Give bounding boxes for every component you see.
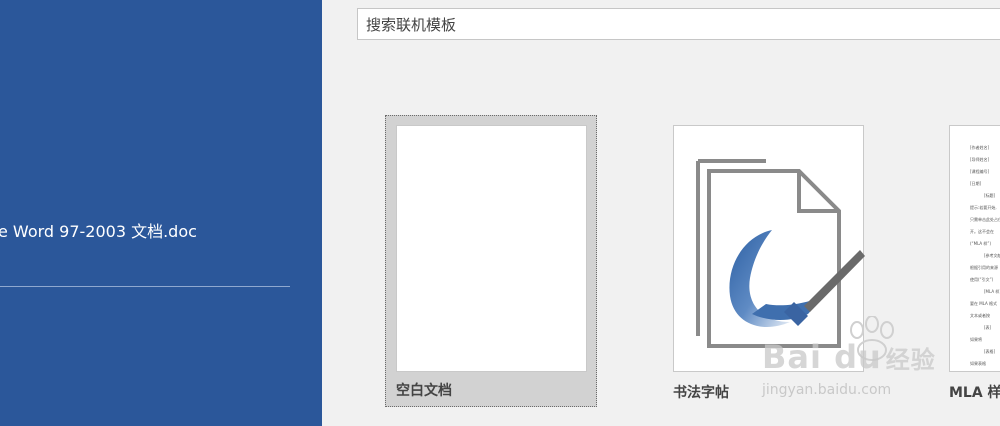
mla-preview-line: [MLA 样]	[984, 289, 1000, 294]
template-calligraphy[interactable]: 书法字帖	[673, 125, 865, 415]
template-label: 书法字帖	[673, 385, 729, 401]
blank-document-thumbnail	[396, 125, 587, 372]
backstage-sidebar: e Word 97-2003 文档.doc	[0, 0, 322, 426]
mla-preview-line: 要在 MLA 格式	[970, 301, 998, 306]
recent-file-name[interactable]: e Word 97-2003 文档.doc	[0, 218, 322, 242]
template-mla[interactable]: [作者姓名] [导师姓名] [课程编号] [日期] [标题] 提示:若要开始, …	[949, 125, 1000, 415]
mla-preview-text: [作者姓名] [导师姓名] [课程编号] [日期] [标题] 提示:若要开始, …	[970, 142, 1000, 370]
search-placeholder: 搜索联机模板	[366, 15, 457, 34]
mla-preview-line: [表格]	[984, 349, 996, 354]
mla-preview-line: 根据引用的来源	[970, 265, 998, 270]
mla-preview-line: [作者姓名]	[970, 145, 990, 150]
calligraphy-thumbnail	[673, 125, 865, 372]
mla-preview-line: [日期]	[970, 181, 982, 186]
template-blank-document[interactable]: 空白文档	[385, 115, 597, 407]
mla-preview-line: [标题]	[984, 193, 996, 198]
mla-preview-line: 提示:若要开始,	[970, 205, 997, 210]
mla-preview-line: 文本或者按	[970, 313, 990, 318]
mla-thumbnail: [作者姓名] [导师姓名] [课程编号] [日期] [标题] 提示:若要开始, …	[949, 125, 1000, 372]
template-label: 空白文档	[396, 383, 452, 399]
sidebar-divider	[0, 286, 290, 287]
mla-preview-line: 只需单击此处占位符	[970, 217, 1000, 222]
mla-preview-line: [参考文献]	[984, 253, 1000, 258]
calligraphy-document-icon	[696, 159, 865, 348]
mla-preview-line: (“MLA 样”)	[970, 241, 992, 246]
mla-preview-line: [导师姓名]	[970, 157, 990, 162]
mla-preview-line: 如果将	[970, 337, 982, 342]
mla-preview-line: 开。这不会在	[970, 229, 994, 234]
mla-preview-line: [表]	[984, 325, 992, 330]
search-online-templates-input[interactable]: 搜索联机模板	[357, 8, 1000, 40]
mla-preview-line: 如果表格	[970, 361, 986, 366]
mla-preview-line: [课程编号]	[970, 169, 990, 174]
watermark-brand-cn: 经验	[885, 346, 936, 374]
mla-preview-line: 使用(“引文”)	[970, 277, 994, 282]
template-label: MLA 样	[949, 385, 1000, 401]
